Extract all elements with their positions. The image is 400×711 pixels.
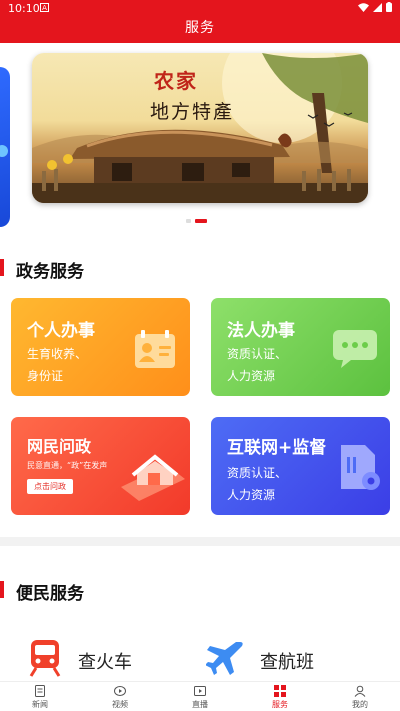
nav-item-video[interactable]: 视频 (80, 682, 160, 711)
banner-carousel[interactable]: 农家 地方特產 (0, 43, 400, 238)
card-title: 个人办事 (27, 321, 95, 341)
train-icon (29, 640, 61, 677)
nav-item-live[interactable]: 直播 (160, 682, 240, 711)
inquiry-button[interactable]: 点击问政 (27, 479, 73, 494)
banner-title-line1: 农家 (154, 69, 198, 93)
card-title: 互联网+监督 (227, 438, 327, 458)
phone-house-illustration (121, 454, 185, 501)
card-desc-line2: 身份证 (27, 369, 64, 383)
section-accent-bar (0, 581, 4, 598)
farmhouse-illustration (32, 53, 368, 203)
card-internet-supervision[interactable]: 互联网+监督 资质认证、 人力资源 (211, 417, 390, 515)
banner-previous-slide[interactable] (0, 67, 10, 227)
airplane-icon (206, 642, 243, 675)
video-icon (114, 686, 126, 696)
status-icons (358, 2, 392, 12)
chat-bubble-icon (333, 330, 377, 368)
banner-title-line2: 地方特產 (150, 101, 235, 123)
section-divider (0, 537, 400, 546)
notification-badge: A (40, 3, 49, 12)
page-title: 服务 (185, 20, 215, 36)
nav-item-news[interactable]: 新闻 (0, 682, 80, 711)
service-label: 查火车 (78, 652, 132, 673)
service-grid-icon (274, 685, 286, 697)
card-corporate-affairs[interactable]: 法人办事 资质认证、 人力资源 (211, 298, 390, 396)
card-title: 网民问政 (27, 437, 92, 456)
carousel-dot-1[interactable] (186, 219, 191, 223)
card-desc-line2: 人力资源 (227, 369, 276, 383)
banner-slide-local-specialty[interactable]: 农家 地方特產 (32, 53, 368, 203)
nav-item-profile[interactable]: 我的 (320, 682, 400, 711)
nav-label: 我的 (352, 700, 368, 709)
bottom-navigation: 新闻 视频 直播 服务 我的 (0, 681, 400, 711)
live-icon (194, 686, 206, 696)
nav-label: 服务 (272, 700, 288, 709)
signal-icon (373, 2, 382, 12)
id-card-icon (135, 330, 175, 368)
nav-label: 直播 (192, 700, 208, 709)
card-desc-line1: 资质认证、 (227, 466, 288, 480)
card-personal-affairs[interactable]: 个人办事 生育收养、 身份证 (11, 298, 190, 396)
status-bar: 10:10 A (0, 0, 400, 16)
wifi-icon (358, 2, 369, 12)
nav-item-service[interactable]: 服务 (240, 682, 320, 711)
section-header-convenience: 便民服务 (0, 578, 400, 604)
carousel-dot-2-active[interactable] (195, 219, 207, 223)
service-label: 查航班 (260, 652, 314, 673)
section-header-government: 政务服务 (0, 256, 400, 282)
card-subtitle: 民意直通，“政”在发声 (27, 461, 108, 470)
nav-label: 视频 (112, 700, 128, 709)
card-netizen-inquiry[interactable]: 网民问政 民意直通，“政”在发声 点击问政 (11, 417, 190, 515)
section-title-convenience: 便民服务 (16, 584, 84, 604)
card-desc-line1: 资质认证、 (227, 347, 288, 361)
service-flight-query[interactable]: 查航班 (206, 638, 336, 678)
section-accent-bar (0, 259, 4, 276)
nav-label: 新闻 (32, 700, 48, 709)
carousel-indicator (186, 219, 207, 223)
card-desc-line2: 人力资源 (227, 488, 276, 502)
status-time: 10:10 (8, 2, 40, 15)
battery-icon (386, 2, 392, 12)
card-title: 法人办事 (227, 321, 295, 341)
document-gear-icon (341, 445, 380, 490)
app-header: 10:10 A 服务 (0, 0, 400, 43)
section-title-government: 政务服务 (16, 262, 84, 282)
card-desc-line1: 生育收养、 (27, 347, 88, 361)
news-icon (35, 685, 45, 697)
profile-icon (354, 685, 366, 697)
service-train-query[interactable]: 查火车 (28, 638, 158, 678)
